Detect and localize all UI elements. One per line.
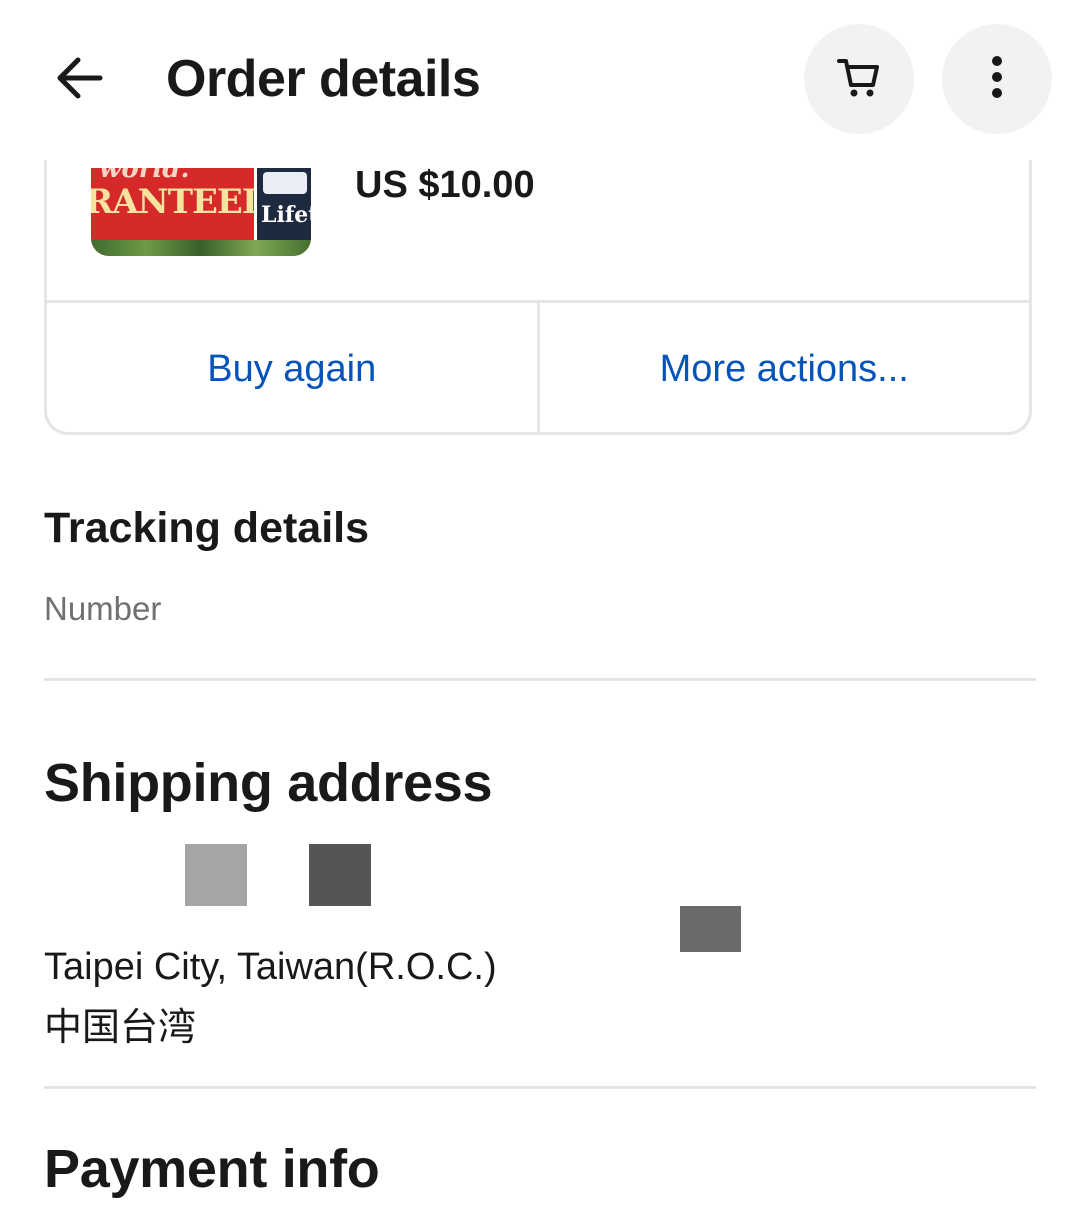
redacted-block [309,844,371,906]
item-price: US $10.00 [355,164,535,206]
thumbnail-badge-text: Lifet [261,202,311,228]
buy-again-button[interactable]: Buy again [47,303,537,435]
tracking-details-title: Tracking details [44,504,370,552]
back-button[interactable] [44,40,114,120]
order-item-card: world. RANTEED. Lifet US $10.00 Buy agai… [44,160,1032,435]
page-title: Order details [166,50,481,108]
redacted-block [185,844,247,906]
divider [44,1086,1036,1089]
shipping-city-line: Taipei City, Taiwan(R.O.C.) [44,946,497,988]
item-actions: Buy again More actions... [47,300,1029,435]
cart-button[interactable] [804,24,914,134]
divider [44,678,1036,681]
thumbnail-badge: Lifet [254,168,311,240]
app-bar: Order details [0,0,1080,160]
payment-info-title: Payment info [44,1139,380,1199]
more-vertical-icon [989,53,1005,106]
tracking-number-label: Number [44,590,162,627]
redacted-block [680,906,741,952]
thumbnail-text-main: RANTEED. [91,182,281,222]
cart-icon [835,53,883,106]
shipping-region-line: 中国台湾 [44,1005,197,1049]
arrow-left-icon [54,56,104,105]
more-actions-button[interactable]: More actions... [536,303,1030,435]
shipping-address-title: Shipping address [44,753,493,813]
item-thumbnail[interactable]: world. RANTEED. Lifet [91,168,311,256]
more-options-button[interactable] [942,24,1052,134]
